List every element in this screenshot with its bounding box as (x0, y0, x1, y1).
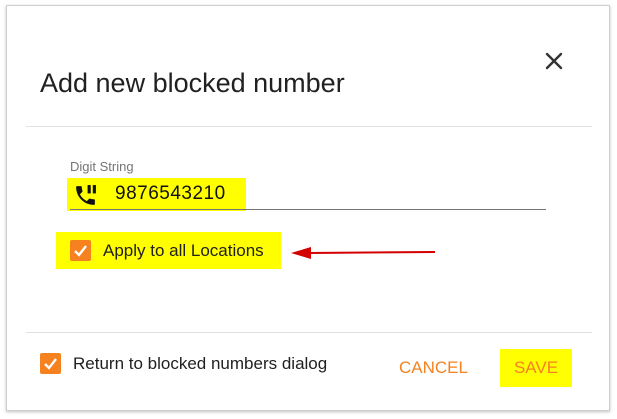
apply-all-checkbox[interactable] (70, 240, 91, 261)
close-icon[interactable] (543, 50, 565, 72)
header-divider (26, 126, 592, 127)
return-label: Return to blocked numbers dialog (73, 354, 328, 373)
field-underline (70, 209, 546, 210)
save-button[interactable]: SAVE (500, 349, 572, 387)
digit-string-field[interactable]: 9876543210 (67, 178, 246, 211)
blocked-number-dialog: Add new blocked number Digit String 9876… (6, 5, 610, 411)
footer-divider (26, 332, 592, 333)
checkmark-icon (44, 358, 57, 370)
apply-all-label: Apply to all Locations (103, 241, 264, 260)
cancel-button[interactable]: CANCEL (399, 358, 468, 378)
return-checkbox[interactable] (40, 353, 61, 374)
digit-string-label: Digit String (70, 159, 134, 174)
apply-to-all-locations[interactable]: Apply to all Locations (56, 232, 281, 269)
dialog-title: Add new blocked number (40, 68, 345, 98)
phone-forward-icon (73, 183, 98, 208)
checkmark-icon (74, 245, 87, 257)
digit-string-input[interactable]: 9876543210 (115, 183, 226, 205)
annotation-arrow (289, 242, 439, 267)
